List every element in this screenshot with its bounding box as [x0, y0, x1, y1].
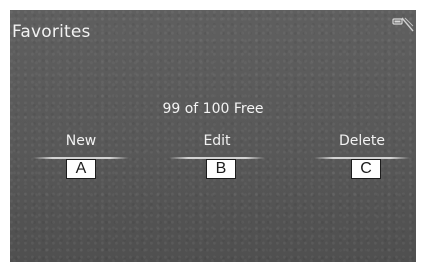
delete-button-label: Delete [339, 133, 385, 149]
screen-title: Favorites [12, 22, 91, 42]
signal-status-icon [392, 17, 414, 32]
favorites-screen: Favorites 99 of 100 Free New Edit Delete… [10, 10, 416, 262]
callout-label-b: B [206, 159, 236, 179]
edit-button-label: Edit [203, 133, 231, 149]
edit-button[interactable]: Edit [169, 130, 265, 162]
free-count-text: 99 of 100 Free [162, 101, 264, 117]
callout-label-c: C [351, 159, 381, 179]
new-button[interactable]: New [33, 130, 129, 162]
callout-label-a: A [66, 159, 96, 179]
delete-button[interactable]: Delete [314, 130, 410, 162]
new-button-label: New [65, 133, 97, 149]
